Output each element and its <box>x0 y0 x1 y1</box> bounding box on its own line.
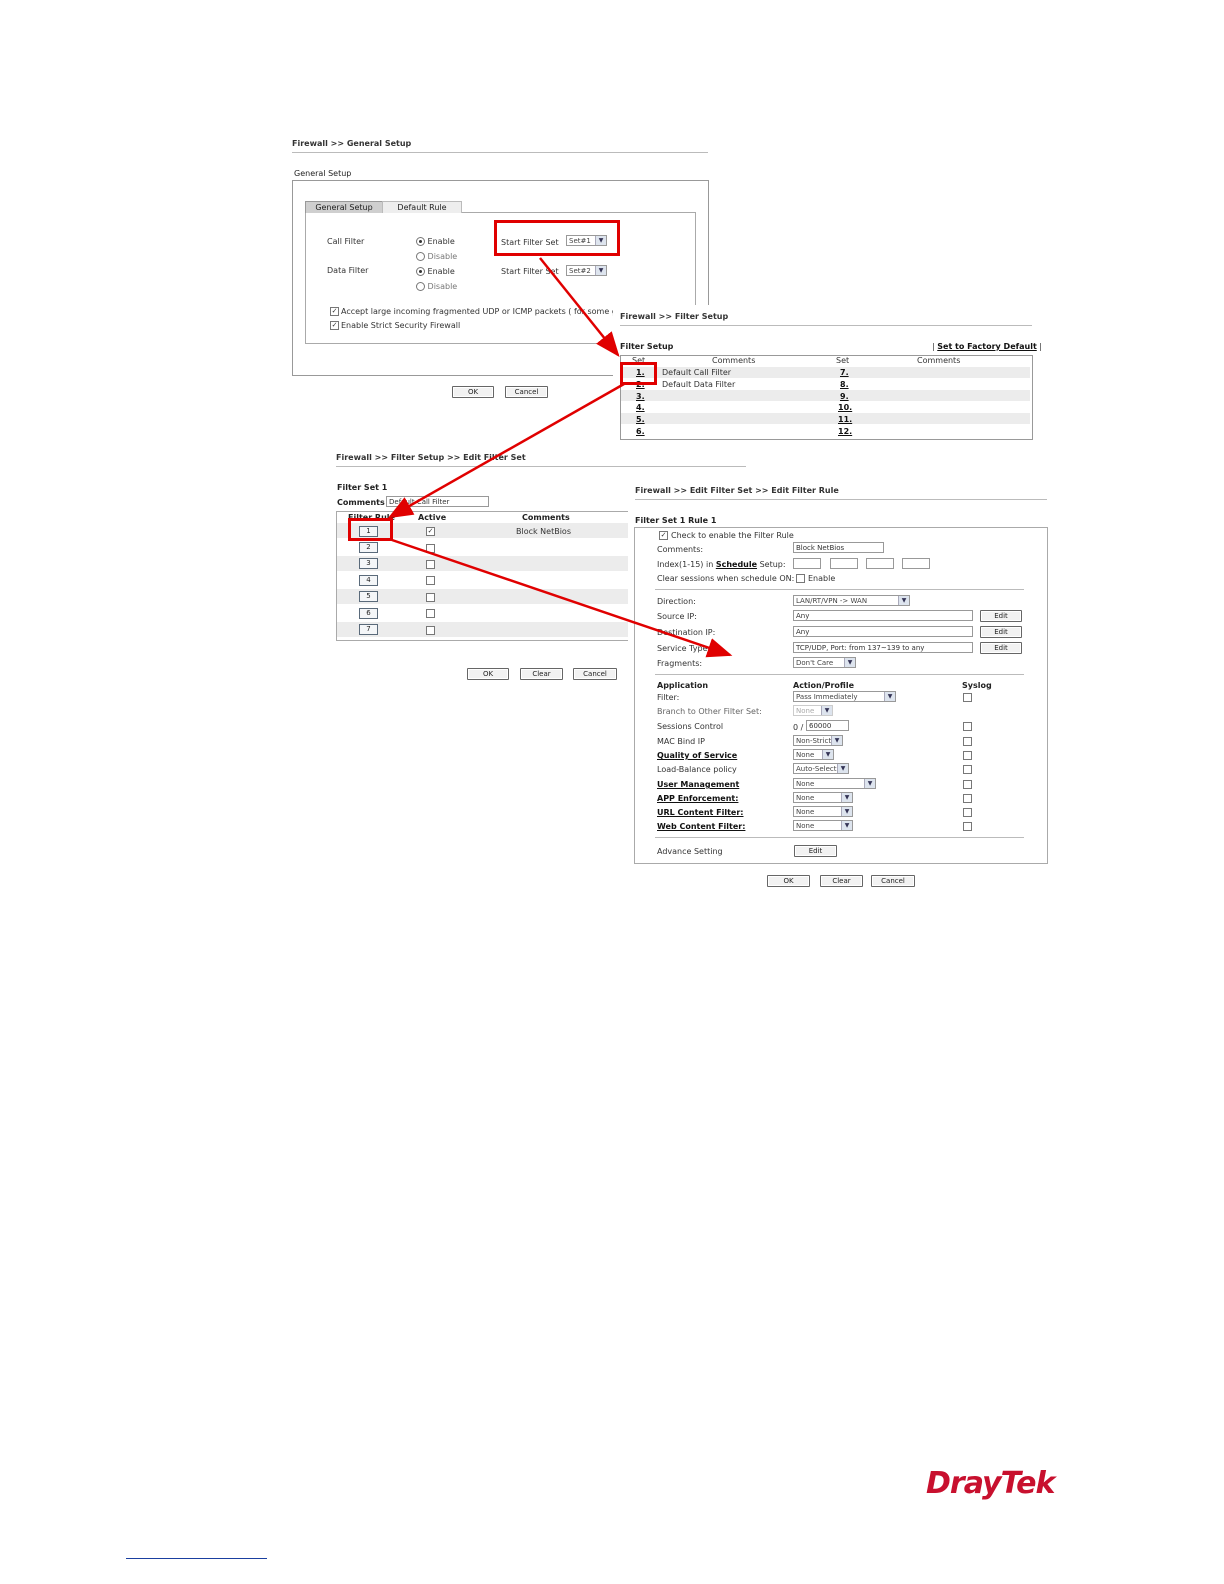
draytek-logo: DrayTek <box>926 1466 1055 1501</box>
arrow-to-edit-filter-rule <box>391 538 733 658</box>
footer-link-line <box>126 1558 267 1559</box>
arrow-to-filter-setup <box>539 257 620 357</box>
callout-arrows <box>387 257 733 658</box>
arrow-to-edit-filter-set <box>387 382 625 519</box>
